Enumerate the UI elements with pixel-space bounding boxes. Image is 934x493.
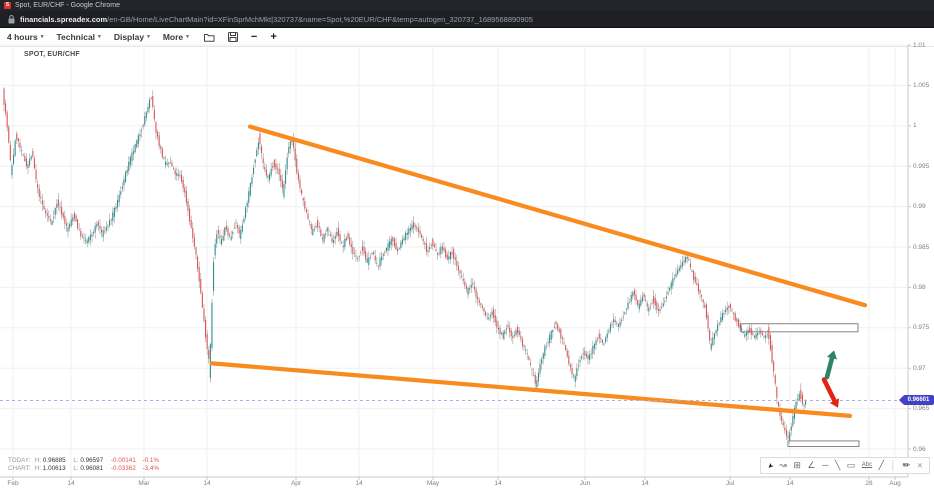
timeframe-menu[interactable]: 4 hours ▾ (7, 32, 43, 42)
grid-tool[interactable]: ⊞ (793, 458, 801, 473)
chevron-down-icon: ▾ (147, 34, 150, 40)
price-axis-label: 0.985 (913, 244, 929, 251)
chart-menubar: 4 hours ▾ Technical ▾ Display ▾ More ▾ −… (0, 28, 934, 47)
cursor-tool[interactable]: ➤ (762, 458, 777, 473)
current-price-badge: 0.96601 (903, 395, 934, 405)
chart-high-value: 1.00613 (43, 465, 66, 472)
folder-icon (204, 33, 215, 42)
url-domain: financials.spreadex.com (20, 15, 107, 24)
display-menu-label: Display (114, 32, 144, 42)
zoom-out-button[interactable]: − (251, 32, 257, 43)
time-axis-label: Feb (7, 480, 18, 487)
chart-stats-row: CHART: H: 1.00613 L: 0.96081 -0.03362 -3… (8, 465, 164, 473)
chart-change-pct: -3.4% (142, 465, 158, 472)
price-axis-label: 1.005 (913, 82, 929, 89)
window-title: Spot, EUR/CHF - Google Chrome (15, 2, 120, 9)
browser-title-bar: S Spot, EUR/CHF - Google Chrome (0, 0, 934, 11)
timeframe-menu-label: 4 hours (7, 32, 38, 42)
chart-symbol-label: SPOT, EUR/CHF (24, 51, 80, 58)
time-axis-label: 28 (865, 480, 872, 487)
bearish-arrow (824, 380, 839, 408)
time-axis-label: Jun (580, 480, 590, 487)
display-menu[interactable]: Display ▾ (114, 32, 150, 42)
lock-icon (8, 15, 15, 24)
time-axis-label: 14 (203, 480, 210, 487)
close-tool[interactable]: ✕ (917, 458, 923, 473)
technical-menu-label: Technical (56, 32, 95, 42)
time-axis-label: 14 (355, 480, 362, 487)
chevron-down-icon: ▾ (98, 34, 101, 40)
toolbar-separator: │ (891, 458, 897, 473)
zoom-in-button[interactable]: + (270, 32, 276, 43)
today-high-value: 0.96885 (43, 457, 66, 464)
price-axis-label: 0.995 (913, 163, 929, 170)
chevron-down-icon: ▾ (186, 34, 189, 40)
chart-low-value: 0.96081 (80, 465, 103, 472)
browser-url-bar[interactable]: financials.spreadex.com/en-GB/Home/LiveC… (0, 11, 934, 28)
price-axis-label: 1.01 (913, 42, 926, 49)
fan-tool[interactable]: ∠ (807, 458, 815, 473)
high-label: H: (35, 457, 41, 464)
price-axis-label: 0.975 (913, 324, 929, 331)
text-tool[interactable]: Abc (862, 458, 872, 473)
time-axis-label: Jul (726, 480, 734, 487)
time-axis-label: May (427, 480, 439, 487)
chart-label: CHART: (8, 465, 33, 473)
today-low-value: 0.96597 (80, 457, 103, 464)
pencil-tool[interactable]: ✏ (903, 458, 911, 473)
time-axis-label: 14 (641, 480, 648, 487)
more-menu-label: More (163, 32, 183, 42)
zigzag-tool[interactable]: ↝ (779, 458, 787, 473)
today-change-value: -0.00141 (111, 457, 136, 464)
low-label: L: (73, 457, 78, 464)
time-axis-label: Aug (889, 480, 901, 487)
price-axis-label: 0.97 (913, 365, 926, 372)
chart-change-value: -0.03362 (111, 465, 136, 472)
more-menu[interactable]: More ▾ (163, 32, 189, 42)
upper-descending-trendline (250, 127, 865, 306)
trend-line-tool[interactable]: ╲ (835, 458, 840, 473)
candles (4, 87, 807, 444)
technical-menu[interactable]: Technical ▾ (56, 32, 100, 42)
price-axis-label: 0.96 (913, 446, 926, 453)
today-stats-row: TODAY: H: 0.96885 L: 0.96597 -0.00141 -0… (8, 457, 164, 465)
save-icon (228, 32, 238, 42)
today-label: TODAY: (8, 457, 33, 465)
price-axis-label: 0.965 (913, 405, 929, 412)
price-chart-canvas[interactable] (0, 0, 934, 493)
url-path: /en-GB/Home/LiveChartMain?id=XFinSprMchM… (107, 15, 533, 24)
horizontal-line-tool[interactable]: ─ (822, 458, 828, 473)
lower-descending-trendline (212, 363, 850, 416)
time-axis-label: 14 (67, 480, 74, 487)
bullish-arrow (827, 350, 837, 377)
save-chart-button[interactable] (228, 32, 238, 42)
time-axis-label: Mar (138, 480, 149, 487)
price-axis-label: 0.99 (913, 203, 926, 210)
price-stats: TODAY: H: 0.96885 L: 0.96597 -0.00141 -0… (8, 457, 164, 472)
site-favicon-icon: S (4, 2, 11, 9)
time-axis-label: 14 (786, 480, 793, 487)
price-axis-label: 1 (913, 122, 917, 129)
price-axis-label: 0.98 (913, 284, 926, 291)
today-change-pct: -0.1% (142, 457, 158, 464)
low-label: L: (73, 465, 78, 472)
time-axis-label: 14 (494, 480, 501, 487)
chevron-down-icon: ▾ (41, 34, 44, 40)
high-label: H: (35, 465, 41, 472)
time-axis-label: Apr (291, 480, 301, 487)
open-chart-button[interactable] (204, 33, 215, 42)
ray-tool[interactable]: ╱ (879, 458, 884, 473)
drawing-toolbar: ➤↝ ⊞ ∠ ─ ╲ ▭ Abc ╱ │ ✏ ✕ (760, 457, 930, 474)
url-text[interactable]: financials.spreadex.com/en-GB/Home/LiveC… (20, 15, 533, 24)
rectangle-tool[interactable]: ▭ (847, 458, 856, 473)
